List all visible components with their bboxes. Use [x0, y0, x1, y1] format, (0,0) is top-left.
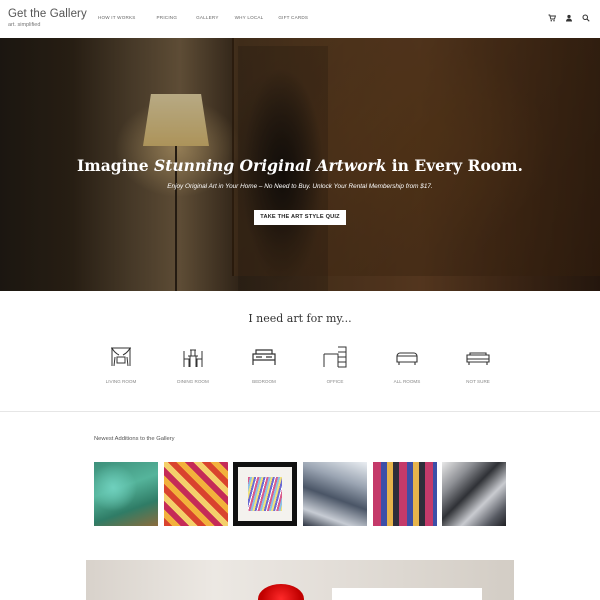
- room-label: NOT SURE: [466, 379, 490, 384]
- all-rooms-icon: [396, 352, 418, 365]
- room-dining-room[interactable]: DINING ROOM: [163, 345, 223, 384]
- artwork-thumbnail[interactable]: [94, 462, 158, 526]
- main-nav: HOW IT WORKS PRICING GALLERY WHY LOCAL G…: [98, 15, 328, 20]
- hero-headline: Imagine Stunning Original Artwork in Eve…: [0, 156, 600, 175]
- banner-textbox: [332, 588, 482, 600]
- room-all-rooms[interactable]: ALL ROOMS: [377, 345, 437, 384]
- nav-pricing[interactable]: PRICING: [157, 15, 178, 20]
- artwork-thumbnail[interactable]: [303, 462, 367, 526]
- nav-how-it-works[interactable]: HOW IT WORKS: [98, 15, 136, 20]
- promo-banner: [86, 560, 514, 600]
- artwork-matting: [238, 467, 292, 521]
- artwork-stripes: [248, 477, 282, 511]
- header-icons: [548, 14, 590, 22]
- nav-gift-cards[interactable]: GIFT CARDS: [278, 15, 308, 20]
- hero-headline-pre: Imagine: [77, 156, 154, 175]
- logo-tagline: art. simplified: [8, 22, 41, 28]
- room-bedroom[interactable]: BEDROOM: [234, 345, 294, 384]
- banner-rose-image: [258, 584, 304, 600]
- nav-why-local[interactable]: WHY LOCAL: [235, 15, 264, 20]
- room-office[interactable]: OFFICE: [305, 345, 365, 384]
- artwork-thumbnail[interactable]: [442, 462, 506, 526]
- room-label: DINING ROOM: [177, 379, 209, 384]
- bedroom-icon: [252, 349, 276, 365]
- office-icon: [323, 346, 347, 368]
- artwork-thumbnail[interactable]: [233, 462, 297, 526]
- logo-title: Get the Gallery: [8, 8, 87, 20]
- cart-icon[interactable]: [548, 14, 556, 22]
- room-living-room[interactable]: LIVING ROOM: [91, 345, 151, 384]
- room-label: ALL ROOMS: [393, 379, 421, 384]
- room-label: BEDROOM: [252, 379, 276, 384]
- hero-subheadline: Enjoy Original Art in Your Home – No Nee…: [167, 183, 433, 190]
- artwork-thumbnail[interactable]: [164, 462, 228, 526]
- room-not-sure[interactable]: NOT SURE: [448, 345, 508, 384]
- logo[interactable]: Get the Gallery art. simplified: [8, 8, 87, 28]
- user-icon[interactable]: [565, 14, 573, 22]
- search-icon[interactable]: [582, 14, 590, 22]
- hero-headline-post: in Every Room.: [386, 156, 523, 175]
- room-label: LIVING ROOM: [105, 379, 137, 384]
- artwork-thumbnail[interactable]: [373, 462, 437, 526]
- gallery-heading: Newest Additions to the Gallery: [94, 436, 175, 442]
- rooms-heading: I need art for my...: [248, 312, 352, 325]
- not-sure-icon: [466, 352, 490, 365]
- art-style-quiz-button[interactable]: TAKE THE ART STYLE QUIZ: [254, 210, 346, 225]
- room-label: OFFICE: [326, 379, 344, 384]
- hero-headline-emphasis: Stunning Original Artwork: [154, 156, 387, 175]
- site-header: Get the Gallery art. simplified HOW IT W…: [0, 0, 600, 38]
- dining-room-icon: [183, 349, 203, 367]
- hero-banner: Imagine Stunning Original Artwork in Eve…: [0, 38, 600, 291]
- living-room-icon: [111, 347, 131, 367]
- nav-gallery[interactable]: GALLERY: [196, 15, 219, 20]
- section-divider: [0, 411, 600, 412]
